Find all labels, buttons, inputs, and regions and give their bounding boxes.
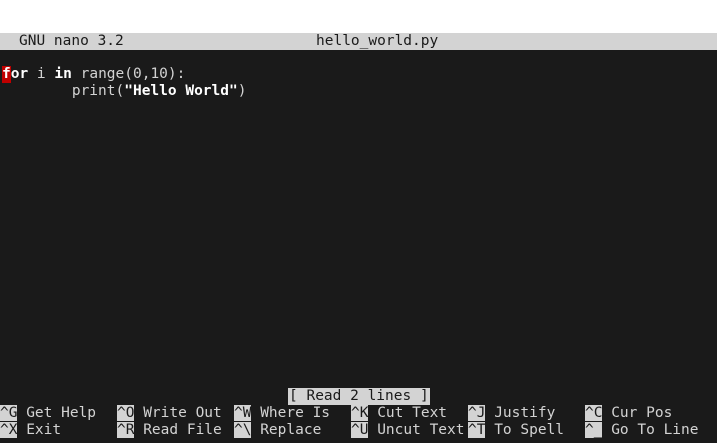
- shortcut-key: ^O: [117, 405, 135, 421]
- shortcut-cut-text[interactable]: ^K Cut Text: [351, 405, 447, 422]
- shortcut-label: Cut Text: [377, 405, 448, 421]
- code-line-2[interactable]: print("Hello World"): [2, 83, 717, 100]
- shortcut-go-to-line[interactable]: ^_ Go To Line: [585, 422, 699, 439]
- keyword-for: or: [10, 66, 29, 82]
- shortcut-label: Write Out: [143, 405, 222, 421]
- shortcut-key: ^R: [117, 422, 135, 438]
- shortcut-key: ^\: [234, 422, 252, 438]
- shortcut-label: Exit: [26, 422, 62, 438]
- keyword-in: in: [54, 66, 72, 82]
- nano-title-bar: GNU nano 3.2 hello_world.py: [0, 33, 717, 50]
- shortcut-write-out[interactable]: ^O Write Out: [117, 405, 222, 422]
- shortcut-label: Justify: [494, 405, 556, 421]
- shortcut-label: Read File: [143, 422, 222, 438]
- status-bar: [ Read 2 lines ]: [0, 388, 717, 405]
- shortcut-replace[interactable]: ^\ Replace: [234, 422, 321, 439]
- text-cursor: f: [2, 66, 11, 83]
- shortcut-key: ^U: [351, 422, 369, 438]
- shortcut-read-file[interactable]: ^R Read File: [117, 422, 222, 439]
- shortcut-cur-pos[interactable]: ^C Cur Pos: [585, 405, 672, 422]
- shortcut-key: ^C: [585, 405, 603, 421]
- shortcut-exit[interactable]: ^X Exit: [0, 422, 61, 439]
- shortcut-uncut-text[interactable]: ^U Uncut Text: [351, 422, 465, 439]
- shortcut-label: Go To Line: [611, 422, 699, 438]
- shortcut-label: Cur Pos: [611, 405, 673, 421]
- shortcut-label: Where Is: [260, 405, 331, 421]
- shortcut-label: Replace: [260, 422, 322, 438]
- nano-version: GNU nano 3.2: [19, 33, 124, 49]
- shortcut-label: Get Help: [26, 405, 97, 421]
- string-literal: "Hello World": [124, 83, 238, 99]
- shortcut-key: ^_: [585, 422, 603, 438]
- shortcut-key: ^G: [0, 405, 18, 421]
- code-text: ): [237, 83, 247, 99]
- window-top-area: [0, 0, 717, 33]
- shortcut-key: ^X: [0, 422, 18, 438]
- shortcut-key: ^T: [468, 422, 486, 438]
- shortcut-to-spell[interactable]: ^T To Spell: [468, 422, 564, 439]
- code-line-1[interactable]: for i in range(0,10):: [2, 66, 717, 83]
- shortcut-label: Uncut Text: [377, 422, 465, 438]
- code-text: range(0,10):: [71, 66, 186, 82]
- code-text: print(: [71, 83, 125, 99]
- terminal-window[interactable]: GNU nano 3.2 hello_world.py for i in ran…: [0, 33, 717, 443]
- shortcut-key: ^J: [468, 405, 486, 421]
- code-text: i: [28, 66, 55, 82]
- shortcut-where-is[interactable]: ^W Where Is: [234, 405, 330, 422]
- shortcut-label: To Spell: [494, 422, 565, 438]
- shortcut-key: ^K: [351, 405, 369, 421]
- file-name: hello_world.py: [316, 33, 439, 49]
- shortcut-get-help[interactable]: ^G Get Help: [0, 405, 96, 422]
- shortcut-key: ^W: [234, 405, 252, 421]
- shortcut-justify[interactable]: ^J Justify: [468, 405, 555, 422]
- status-message: [ Read 2 lines ]: [288, 388, 430, 405]
